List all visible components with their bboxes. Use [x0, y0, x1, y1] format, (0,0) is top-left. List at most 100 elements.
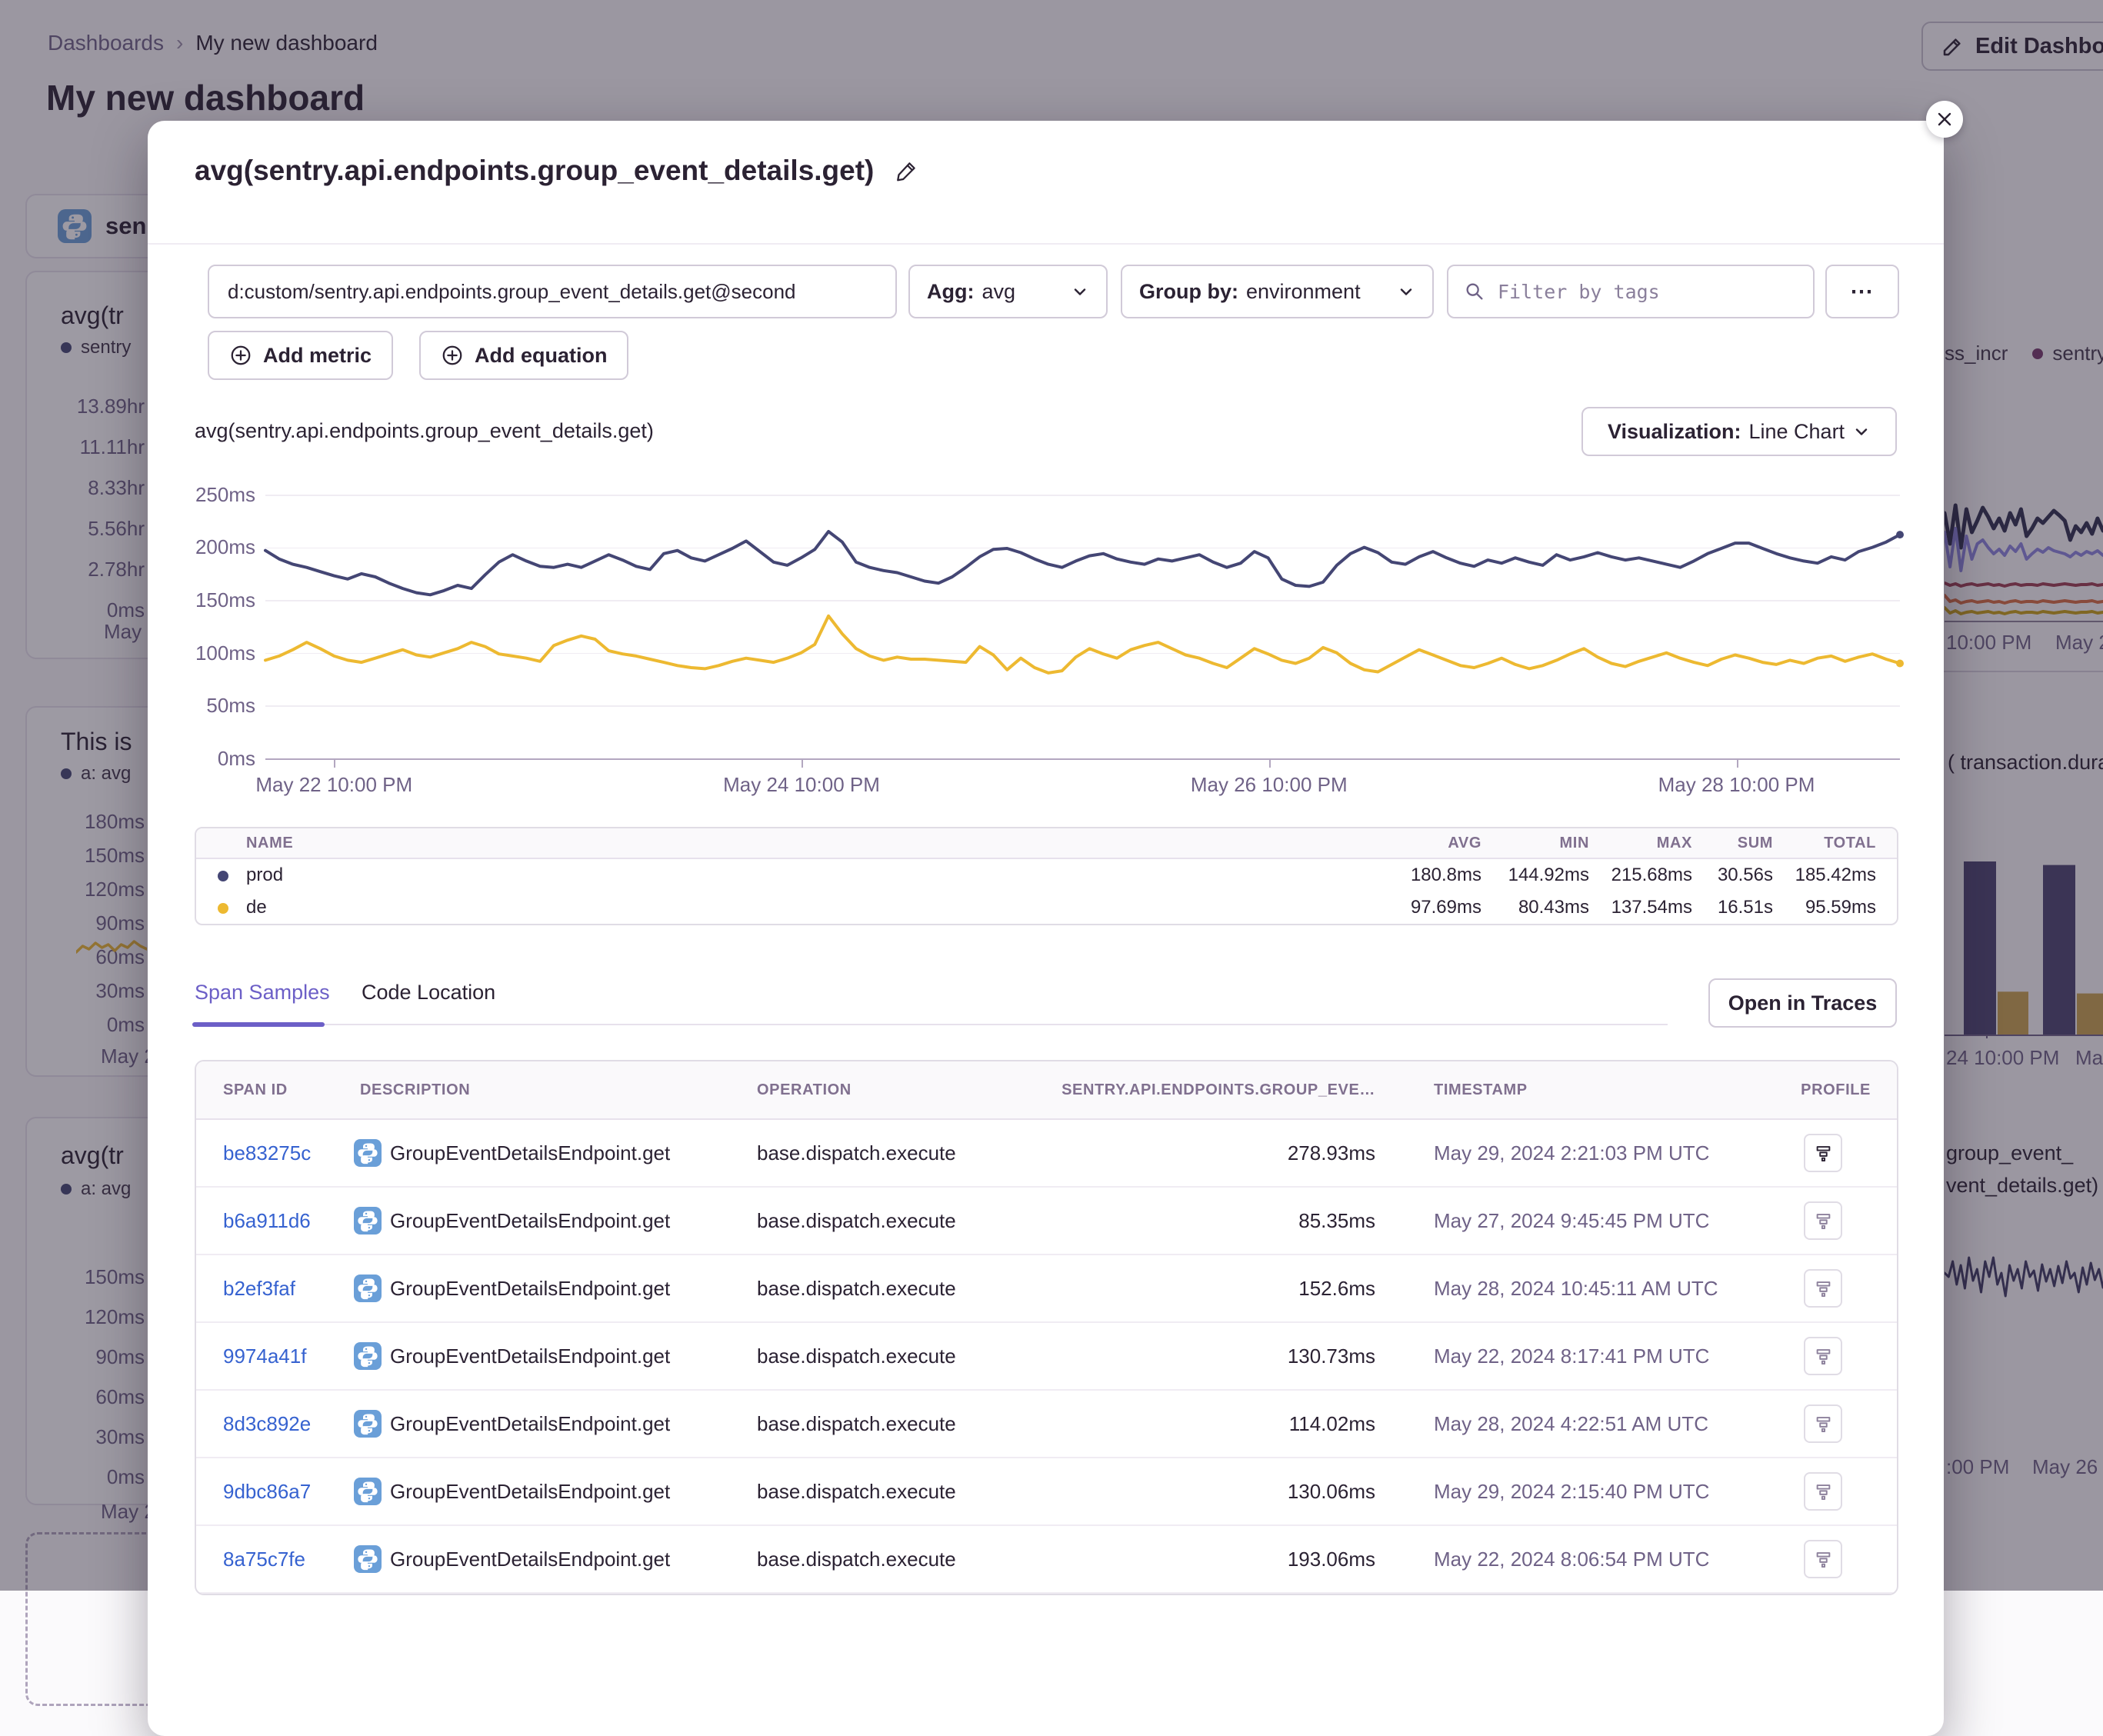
- tab-code-location[interactable]: Code Location: [362, 981, 495, 1005]
- max-value: 215.68ms: [1611, 859, 1692, 891]
- description-cell: GroupEventDetailsEndpoint.get: [390, 1323, 670, 1389]
- duration-cell: 152.6ms: [1298, 1255, 1375, 1321]
- plus-circle-icon: [229, 344, 252, 367]
- x-axis-label: May 22 10:00 PM: [211, 773, 457, 797]
- timestamp-cell: May 29, 2024 2:21:03 PM UTC: [1434, 1120, 1709, 1186]
- span-id-link[interactable]: b2ef3faf: [223, 1255, 295, 1321]
- close-icon[interactable]: [1926, 101, 1963, 138]
- chart-title: avg(sentry.api.endpoints.group_event_det…: [195, 419, 654, 443]
- chart-canvas: [265, 495, 1900, 758]
- avg-value: 180.8ms: [1411, 859, 1481, 891]
- x-axis-line: [265, 758, 1900, 760]
- python-icon: [354, 1545, 382, 1573]
- total-value: 95.59ms: [1805, 891, 1876, 924]
- operation-cell: base.dispatch.execute: [757, 1458, 956, 1524]
- metric-query-field[interactable]: [208, 265, 897, 318]
- x-tick-mark: [334, 758, 335, 768]
- groupby-select[interactable]: Group by: environment: [1121, 265, 1434, 318]
- profile-button[interactable]: [1804, 1201, 1842, 1240]
- duration-cell: 114.02ms: [1289, 1391, 1375, 1457]
- summary-row: de97.69ms80.43ms137.54ms16.51s95.59ms: [196, 891, 1897, 924]
- table-row: b6a911d6 GroupEventDetailsEndpoint.get b…: [196, 1188, 1897, 1255]
- series-dot: [218, 871, 228, 881]
- modal-title: avg(sentry.api.endpoints.group_event_det…: [195, 155, 918, 187]
- tag-filter-input[interactable]: [1496, 280, 1798, 304]
- x-tick-mark: [1269, 758, 1271, 768]
- timestamp-cell: May 28, 2024 10:45:11 AM UTC: [1434, 1255, 1718, 1321]
- operation-cell: base.dispatch.execute: [757, 1255, 956, 1321]
- description-cell: GroupEventDetailsEndpoint.get: [390, 1458, 670, 1524]
- x-tick-mark: [802, 758, 803, 768]
- duration-cell: 85.35ms: [1298, 1188, 1375, 1254]
- python-icon: [354, 1342, 382, 1370]
- add-metric-button[interactable]: Add metric: [208, 331, 393, 380]
- timestamp-cell: May 29, 2024 2:15:40 PM UTC: [1434, 1458, 1709, 1524]
- series-dot: [218, 903, 228, 914]
- series-name: prod: [246, 859, 283, 891]
- chevron-down-icon: [1071, 282, 1089, 301]
- description-cell: GroupEventDetailsEndpoint.get: [390, 1188, 670, 1254]
- plus-circle-icon: [441, 344, 464, 367]
- operation-cell: base.dispatch.execute: [757, 1391, 956, 1457]
- description-cell: GroupEventDetailsEndpoint.get: [390, 1391, 670, 1457]
- open-in-traces-button[interactable]: Open in Traces: [1708, 978, 1897, 1028]
- summary-table-header: NAME AVG MIN MAX SUM TOTAL: [196, 828, 1897, 859]
- operation-cell: base.dispatch.execute: [757, 1323, 956, 1389]
- x-tick-mark: [1737, 758, 1738, 768]
- description-cell: GroupEventDetailsEndpoint.get: [390, 1255, 670, 1321]
- chevron-down-icon: [1852, 422, 1871, 441]
- python-icon: [354, 1207, 382, 1235]
- span-id-link[interactable]: 8d3c892e: [223, 1391, 311, 1457]
- tick-label: 100ms: [162, 627, 255, 680]
- tag-filter-field[interactable]: [1447, 265, 1815, 318]
- table-row: b2ef3faf GroupEventDetailsEndpoint.get b…: [196, 1255, 1897, 1323]
- profile-button[interactable]: [1804, 1404, 1842, 1443]
- span-id-link[interactable]: 9dbc86a7: [223, 1458, 311, 1524]
- active-tab-underline: [192, 1022, 325, 1027]
- table-row: 9974a41f GroupEventDetailsEndpoint.get b…: [196, 1323, 1897, 1391]
- table-row: 8a75c7fe GroupEventDetailsEndpoint.get b…: [196, 1526, 1897, 1594]
- sum-value: 30.56s: [1718, 859, 1773, 891]
- operation-cell: base.dispatch.execute: [757, 1526, 956, 1592]
- span-samples-table: SPAN ID DESCRIPTION OPERATION SENTRY.API…: [195, 1060, 1898, 1595]
- span-id-link[interactable]: 9974a41f: [223, 1323, 306, 1389]
- profile-button[interactable]: [1804, 1269, 1842, 1308]
- table-row: 9dbc86a7 GroupEventDetailsEndpoint.get b…: [196, 1458, 1897, 1526]
- summary-table-body: prod180.8ms144.92ms215.68ms30.56s185.42m…: [196, 859, 1897, 924]
- x-axis-label: May 28 10:00 PM: [1614, 773, 1860, 797]
- span-id-link[interactable]: 8a75c7fe: [223, 1526, 305, 1592]
- total-value: 185.42ms: [1795, 859, 1876, 891]
- table-row: 8d3c892e GroupEventDetailsEndpoint.get b…: [196, 1391, 1897, 1458]
- visualization-select[interactable]: Visualization: Line Chart: [1581, 407, 1897, 456]
- span-id-link[interactable]: be83275c: [223, 1120, 311, 1186]
- duration-cell: 130.06ms: [1288, 1458, 1375, 1524]
- timestamp-cell: May 22, 2024 8:17:41 PM UTC: [1434, 1323, 1709, 1389]
- profile-button[interactable]: [1804, 1540, 1842, 1578]
- duration-cell: 130.73ms: [1288, 1323, 1375, 1389]
- samples-table-body: be83275c GroupEventDetailsEndpoint.get b…: [196, 1120, 1897, 1594]
- description-cell: GroupEventDetailsEndpoint.get: [390, 1526, 670, 1592]
- aggregation-select[interactable]: Agg: avg: [908, 265, 1108, 318]
- metric-details-modal: avg(sentry.api.endpoints.group_event_det…: [148, 121, 1944, 1736]
- profile-button[interactable]: [1804, 1134, 1842, 1172]
- tab-span-samples[interactable]: Span Samples: [195, 981, 330, 1005]
- profile-button[interactable]: [1804, 1472, 1842, 1511]
- description-cell: GroupEventDetailsEndpoint.get: [390, 1120, 670, 1186]
- python-icon: [354, 1139, 382, 1167]
- summary-table: NAME AVG MIN MAX SUM TOTAL prod180.8ms14…: [195, 827, 1898, 925]
- x-axis-label: May 26 10:00 PM: [1146, 773, 1392, 797]
- python-icon: [354, 1275, 382, 1302]
- operation-cell: base.dispatch.execute: [757, 1120, 956, 1186]
- tick-label: 200ms: [162, 521, 255, 575]
- line-chart: May 22 10:00 PMMay 24 10:00 PMMay 26 10:…: [265, 495, 1900, 758]
- tick-label: 250ms: [162, 468, 255, 521]
- more-options-button[interactable]: ⋯: [1825, 265, 1899, 318]
- min-value: 80.43ms: [1518, 891, 1589, 924]
- pencil-icon[interactable]: [895, 159, 918, 182]
- profile-button[interactable]: [1804, 1337, 1842, 1375]
- tick-label: 50ms: [162, 679, 255, 732]
- add-equation-button[interactable]: Add equation: [419, 331, 628, 380]
- metric-query-input[interactable]: [226, 279, 878, 305]
- timestamp-cell: May 27, 2024 9:45:45 PM UTC: [1434, 1188, 1709, 1254]
- span-id-link[interactable]: b6a911d6: [223, 1188, 311, 1254]
